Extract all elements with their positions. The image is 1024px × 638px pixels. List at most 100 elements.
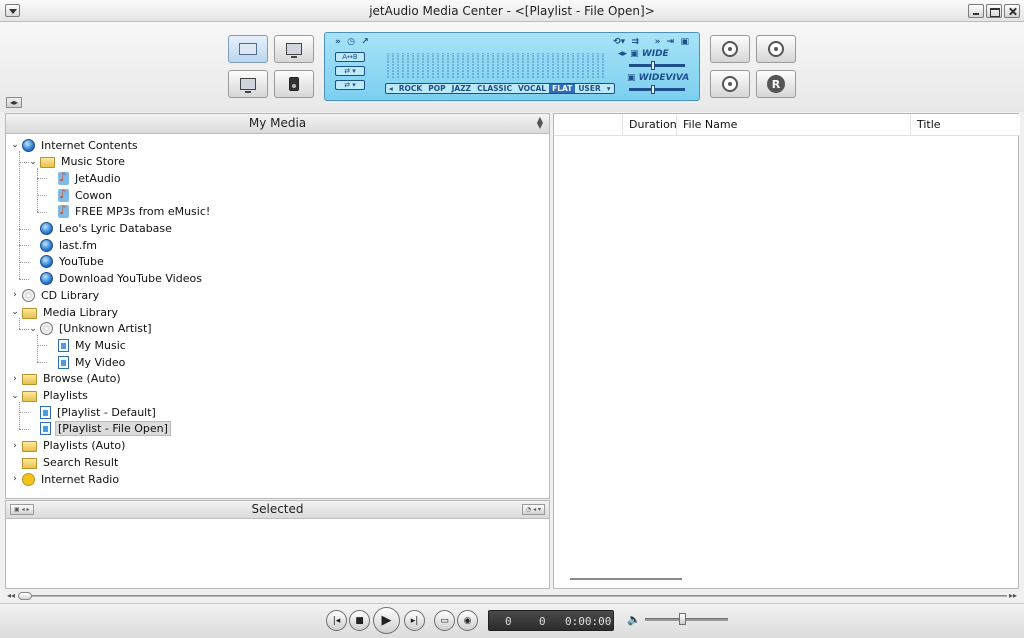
tree-item[interactable]: Leo's Lyric Database [28,221,174,237]
globe-icon [40,238,53,252]
collapse-chevron-icon[interactable]: ⌄ [10,140,20,150]
eq-preset-pop[interactable]: POP [425,84,448,93]
tree-item[interactable]: JetAudio [46,170,123,186]
tree-item[interactable]: ⌄ [Unknown Artist] [28,321,154,337]
tree-item[interactable]: Search Result [10,454,120,470]
viva-effect-slider[interactable] [629,85,685,94]
eq-preset-vocal[interactable]: VOCAL [515,84,549,93]
tree-item[interactable]: Download YouTube Videos [28,271,204,287]
open-file-button[interactable]: ▭ [434,610,455,631]
tree-item[interactable]: ⌄ Media Library [10,304,120,320]
eq-dropdown-icon[interactable]: ▾ [604,84,614,93]
time-display: 0 0 0:00:00 [488,610,614,631]
cd-icon [22,288,35,302]
tree-item[interactable]: ⌄ Internet Contents [10,137,140,153]
seek-thumb[interactable] [18,592,32,600]
close-button[interactable] [1004,4,1020,18]
tree-item[interactable]: YouTube [28,254,106,270]
collapse-chevron-icon[interactable]: ⌄ [28,324,38,334]
eq-preset-rock[interactable]: ROCK [396,84,425,93]
tree-item[interactable]: Cowon [46,187,114,203]
view-list-button[interactable] [228,35,268,63]
doc-icon [58,338,69,352]
play-button[interactable]: ▶ [373,607,400,634]
eject-button[interactable]: ◉ [457,610,478,631]
toggle-panel-arrow-icon[interactable]: ◂▸ [6,97,22,108]
my-media-header[interactable]: My Media ▲ ▼ [6,114,549,134]
tree-item[interactable]: ⌄ Music Store [28,154,127,170]
burn-cd-button[interactable] [756,35,796,63]
eq-preset-flat[interactable]: FLAT [549,84,576,93]
convert-button[interactable] [710,35,750,63]
volume-thumb[interactable] [679,613,687,625]
eq-preset-jazz[interactable]: JAZZ [449,84,474,93]
previous-track-button[interactable]: |◂ [326,610,347,631]
tree-item[interactable]: › Internet Radio [10,471,121,487]
tree-item[interactable]: FREE MP3s from eMusic! [46,203,212,220]
eq-preset-user[interactable]: USER [575,84,603,93]
tree-item[interactable]: My Video [46,354,127,370]
wide-slider-thumb[interactable] [651,61,655,70]
seek-back-arrow-icon[interactable]: ◂◂ [7,591,15,600]
column-duration[interactable]: Duration [622,114,677,136]
viva-slider-thumb[interactable] [651,85,655,94]
globe-icon [22,138,35,152]
rip-cd-button[interactable] [710,70,750,98]
collapse-chevron-icon[interactable]: ⌄ [10,307,20,317]
column-title[interactable]: Title [910,114,1020,136]
maximize-button[interactable] [986,4,1002,18]
selected-panel: Selected ▣ ◂ ▸ ◔ ◂ ▾ [5,500,550,589]
lcd-loop-icon[interactable]: ⟲▾ ⇉ [613,37,639,47]
ab-repeat-button[interactable]: A↔B [335,52,365,62]
minimize-button[interactable] [968,4,984,18]
volume-slider[interactable] [645,618,728,621]
spectrum-visualizer [387,53,605,78]
stop-button[interactable]: ■ [349,610,370,631]
disc-icon: ◉ [463,615,472,626]
tree-item[interactable]: › Playlists (Auto) [10,438,127,454]
selected-right-button[interactable]: ◔ ◂ ▾ [521,504,545,515]
lcd-mode-icons[interactable]: » ◷ ↗ [335,37,369,47]
device-button[interactable] [274,70,314,98]
tree-item[interactable]: My Music [46,337,128,353]
folder-icon [22,374,37,386]
seek-bar[interactable]: ◂◂ ▸▸ [5,590,1019,602]
tree-item[interactable]: [Playlist - Default] [28,404,158,420]
collapse-chevron-icon[interactable]: ⌄ [10,391,20,401]
folder-icon [22,391,37,402]
seek-forward-arrow-icon[interactable]: ▸▸ [1009,591,1017,600]
doc-icon [58,355,69,369]
expand-chevron-icon[interactable]: › [10,441,20,451]
expand-chevron-icon[interactable]: › [10,290,20,300]
eq-prev-icon[interactable]: ◂ [386,84,396,93]
screen-button[interactable] [228,70,268,98]
viva-effect-label: WIDEVIVA [638,73,690,83]
tree-item[interactable]: last.fm [28,237,99,253]
tree-item[interactable]: [Playlist - File Open] [28,421,171,437]
collapse-chevron-icon[interactable]: ⌄ [28,157,38,167]
lcd-right-icons[interactable]: » ⇥ ▣ [655,37,689,47]
record-button[interactable]: R [756,70,796,98]
eq-preset-classic[interactable]: CLASSIC [474,84,515,93]
selected-left-button[interactable]: ▣ ◂ ▸ [10,504,34,515]
expand-chevron-icon[interactable]: › [10,374,20,384]
shuffle-mode-button[interactable]: ⇄ ▾ [335,80,365,90]
tree-item[interactable]: › CD Library [10,287,101,303]
tree-item-label: Music Store [61,155,125,169]
wide-effect-toggle[interactable]: ◂▸ ▣ WIDE [618,49,669,59]
playlist-horizontal-scrollbar[interactable] [570,578,682,580]
speaker-icon[interactable]: 🔈 [627,613,641,626]
column-file-name[interactable]: File Name [676,114,910,136]
sort-arrows-icon[interactable]: ▲ ▼ [537,116,543,130]
seek-track[interactable] [19,595,1007,597]
viva-effect-toggle[interactable]: ▣ WIDEVIVA [627,73,689,83]
video-monitor-button[interactable] [274,35,314,63]
tree-item[interactable]: › Browse (Auto) [10,371,123,387]
track-count: 0 [539,615,546,628]
repeat-mode-button[interactable]: ⇄ ▾ [335,66,365,76]
previous-icon: |◂ [332,615,341,626]
wide-effect-slider[interactable] [629,61,685,70]
next-track-button[interactable]: ▸| [404,610,425,631]
tree-item[interactable]: ⌄ Playlists [10,388,90,404]
expand-chevron-icon[interactable]: › [10,474,20,484]
